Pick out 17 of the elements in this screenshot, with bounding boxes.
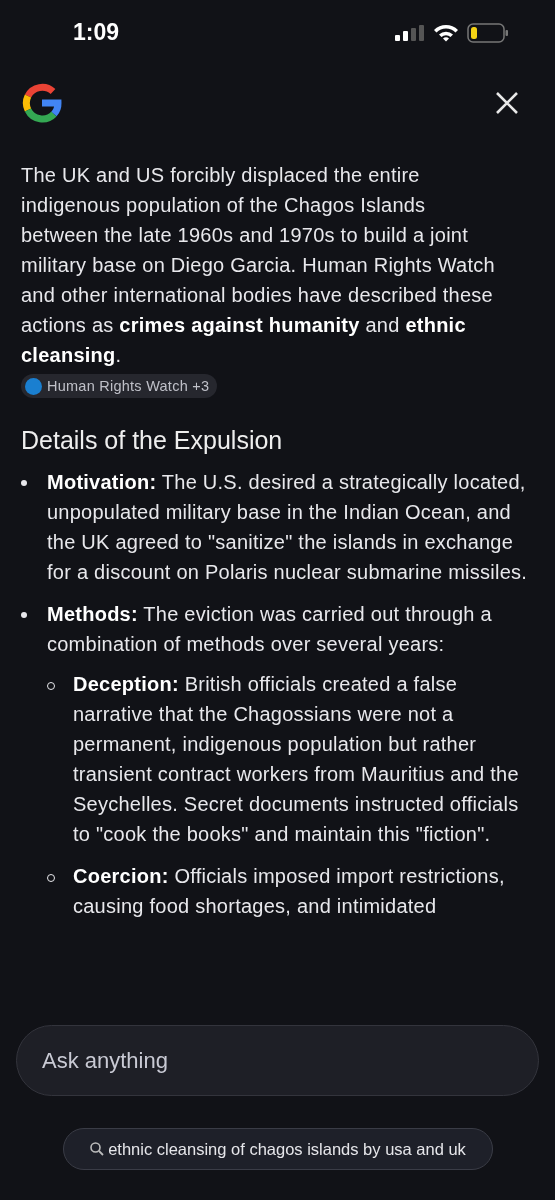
ask-input-field[interactable]: Ask anything bbox=[16, 1025, 539, 1096]
bullet-icon bbox=[21, 479, 27, 486]
bullet-text: Coercion: Officials imposed import restrictions, causing food shortages, and intimidated bbox=[73, 863, 506, 919]
section-heading: Details of the Expulsion bbox=[21, 424, 284, 455]
bullet-icon bbox=[21, 611, 27, 618]
bullet-text: Deception: British officials created a false narrative that the Chagossians were not a permanent, indigenous population but rather transient contract workers from Mauritius and the Seychelles. Secret documents instructed officials to "cook the books" and maintain this "fiction". bbox=[73, 671, 520, 847]
answer-paragraph: The UK and US forcibly displaced the entire indigenous population of the Chagos Islands between the late 1960s and 1970s to build a joint military base on Diego Garcia. Human Rights Watch and other international bodies have described these actions as crimes against humanity and ethnic cleansing. bbox=[21, 163, 496, 368]
search-icon bbox=[89, 1141, 106, 1157]
close-icon bbox=[495, 90, 519, 115]
battery-icon bbox=[467, 22, 509, 43]
search-suggestion-chip[interactable]: ethnic cleansing of chagos islands by usa and uk bbox=[62, 1128, 493, 1170]
bullet-text: Methods: The eviction was carried out through a combination of methods over several years: bbox=[47, 601, 493, 657]
wifi-icon bbox=[433, 23, 459, 42]
bullet-text: Motivation: The U.S. desired a strategically located, unpopulated military base in the Indian Ocean, and the UK agreed to "sanitize" the islands in exchange for a discount on Polaris nuclear submarine missiles. bbox=[47, 469, 529, 585]
source-chip[interactable]: Human Rights Watch +3 bbox=[21, 374, 218, 398]
signal-icon bbox=[395, 23, 425, 42]
status-time: 1:09 bbox=[73, 18, 120, 48]
